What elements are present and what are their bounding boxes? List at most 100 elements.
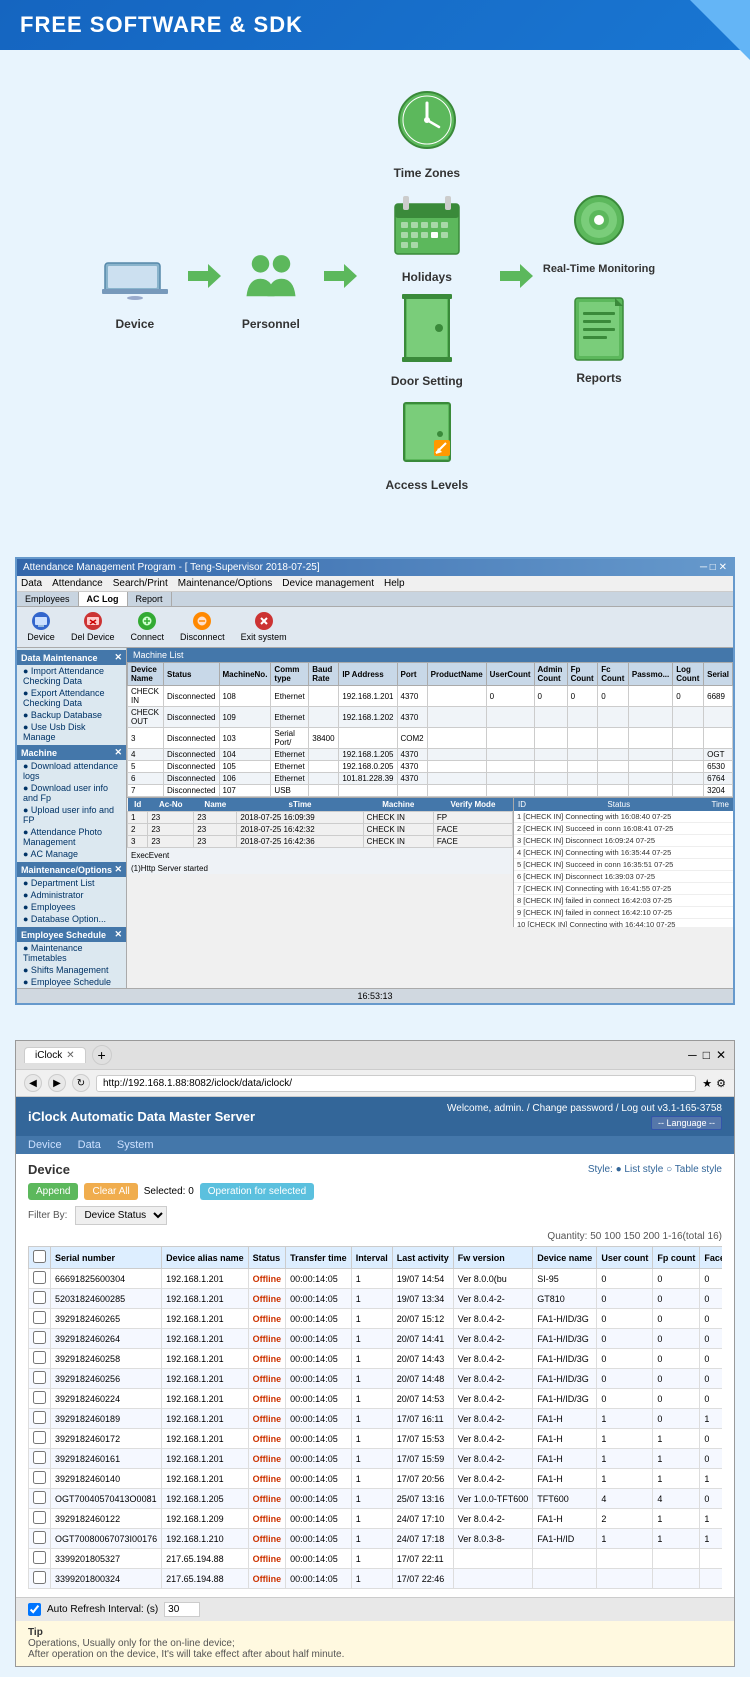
- machine-table: Device Name Status MachineNo. Comm type …: [127, 662, 733, 797]
- browser-tab-iclock[interactable]: iClock ✕: [24, 1047, 86, 1063]
- toolbar-exit[interactable]: Exit system: [237, 610, 291, 644]
- sidebar-timetable[interactable]: ● Maintenance Timetables: [17, 942, 126, 964]
- sidebar-usb[interactable]: ● Use Usb Disk Manage: [17, 721, 126, 743]
- filter-select[interactable]: Device Status: [75, 1206, 167, 1225]
- row-checkbox[interactable]: [33, 1511, 46, 1524]
- iclock-app-title: iClock Automatic Data Master Server: [28, 1109, 255, 1124]
- menu-data[interactable]: Data: [21, 578, 42, 589]
- toolbar-connect[interactable]: Connect: [127, 610, 169, 644]
- browser-titlebar: iClock ✕ + ─ □ ✕: [16, 1041, 734, 1070]
- selected-label: Selected: 0: [144, 1186, 194, 1197]
- feature-reports: Reports: [559, 295, 639, 385]
- op-for-selected-btn[interactable]: Operation for selected: [200, 1183, 314, 1200]
- row-checkbox[interactable]: [33, 1471, 46, 1484]
- sidebar-section-maintenance[interactable]: Maintenance/Options✕: [17, 862, 126, 877]
- row-checkbox[interactable]: [33, 1271, 46, 1284]
- device-label: Device: [116, 317, 155, 331]
- row-checkbox[interactable]: [33, 1291, 46, 1304]
- sidebar-section-machine[interactable]: Machine✕: [17, 745, 126, 760]
- sidebar-backup[interactable]: ● Backup Database: [17, 709, 126, 721]
- sidebar-dept[interactable]: ● Department List: [17, 877, 126, 889]
- sw-bottom-panel: Id Ac-No Name sTime Machine Verify Mode …: [127, 797, 733, 927]
- select-all-checkbox[interactable]: [33, 1250, 46, 1263]
- back-button[interactable]: ◀: [24, 1074, 42, 1092]
- events-body: 1 [CHECK IN] Connecting with 16:08:40 07…: [514, 811, 733, 927]
- toolbar-del-device[interactable]: Del Device: [67, 610, 119, 644]
- tab-employees[interactable]: Employees: [17, 592, 79, 606]
- auto-refresh-checkbox[interactable]: [28, 1603, 41, 1616]
- sidebar-section-data[interactable]: Data Maintenance✕: [17, 650, 126, 665]
- row-checkbox[interactable]: [33, 1571, 46, 1584]
- row-checkbox[interactable]: [33, 1531, 46, 1544]
- add-tab-icon[interactable]: +: [92, 1045, 112, 1065]
- menu-search[interactable]: Search/Print: [113, 578, 168, 589]
- sidebar-photo[interactable]: ● Attendance Photo Management: [17, 826, 126, 848]
- sidebar-ac[interactable]: ● AC Manage: [17, 848, 126, 860]
- col-serial: Serial number: [51, 1247, 162, 1269]
- toolbar-device-label: Device: [27, 632, 55, 642]
- language-btn[interactable]: -- Language --: [651, 1116, 722, 1130]
- nav-device[interactable]: Device: [28, 1139, 62, 1151]
- sw-window-controls: ─ □ ✕: [700, 562, 727, 573]
- sidebar-export[interactable]: ● Export Attendance Checking Data: [17, 687, 126, 709]
- features-flow: Device Personnel: [20, 80, 730, 492]
- tab-report[interactable]: Report: [128, 592, 172, 606]
- style-toggle[interactable]: Style: ● List style ○ Table style: [588, 1164, 722, 1175]
- row-checkbox[interactable]: [33, 1351, 46, 1364]
- forward-button[interactable]: ▶: [48, 1074, 66, 1092]
- auto-refresh-label: Auto Refresh Interval: (s): [47, 1604, 158, 1615]
- append-btn[interactable]: Append: [28, 1183, 78, 1200]
- maximize-icon[interactable]: □: [703, 1048, 710, 1062]
- list-item: 3929182460122192.168.1.209Offline00:00:1…: [29, 1509, 723, 1529]
- sidebar-admin[interactable]: ● Administrator: [17, 889, 126, 901]
- menu-device-mgmt[interactable]: Device management: [282, 578, 374, 589]
- sidebar-download-user[interactable]: ● Download user info and Fp: [17, 782, 126, 804]
- filter-label: Filter By:: [28, 1210, 67, 1221]
- row-checkbox[interactable]: [33, 1551, 46, 1564]
- sidebar-import[interactable]: ● Import Attendance Checking Data: [17, 665, 126, 687]
- minimize-icon[interactable]: ─: [688, 1048, 697, 1062]
- col-interval: Interval: [351, 1247, 392, 1269]
- nav-system[interactable]: System: [117, 1139, 154, 1151]
- machine-list-header: Machine List: [127, 648, 733, 662]
- sidebar-emp-schedule[interactable]: ● Employee Schedule: [17, 976, 126, 988]
- row-checkbox[interactable]: [33, 1491, 46, 1504]
- nav-data[interactable]: Data: [78, 1139, 101, 1151]
- reports-icon: [564, 295, 634, 365]
- tab-label: iClock: [35, 1050, 62, 1061]
- sidebar-db[interactable]: ● Database Option...: [17, 913, 126, 925]
- row-checkbox[interactable]: [33, 1451, 46, 1464]
- clear-all-btn[interactable]: Clear All: [84, 1183, 137, 1200]
- list-item: OGT70080067073I00176192.168.1.210Offline…: [29, 1529, 723, 1549]
- toolbar-disconnect[interactable]: Disconnect: [176, 610, 229, 644]
- row-checkbox[interactable]: [33, 1411, 46, 1424]
- sidebar-shifts[interactable]: ● Shifts Management: [17, 964, 126, 976]
- center-icons: Time Zones: [367, 80, 487, 492]
- row-checkbox[interactable]: [33, 1371, 46, 1384]
- sidebar-download-logs[interactable]: ● Download attendance logs: [17, 760, 126, 782]
- interval-input[interactable]: [164, 1602, 200, 1617]
- machine-list-table-wrapper: Device Name Status MachineNo. Comm type …: [127, 662, 733, 797]
- arrow-2: [319, 256, 359, 316]
- menu-attendance[interactable]: Attendance: [52, 578, 103, 589]
- refresh-button[interactable]: ↻: [72, 1074, 90, 1092]
- row-checkbox[interactable]: [33, 1331, 46, 1344]
- close-window-icon[interactable]: ✕: [716, 1048, 726, 1062]
- sidebar-upload-user[interactable]: ● Upload user info and FP: [17, 804, 126, 826]
- row-checkbox[interactable]: [33, 1431, 46, 1444]
- sidebar-employees[interactable]: ● Employees: [17, 901, 126, 913]
- row-checkbox[interactable]: [33, 1311, 46, 1324]
- url-bar[interactable]: http://192.168.1.88:8082/iclock/data/icl…: [96, 1075, 696, 1092]
- bookmark-icon[interactable]: ★: [702, 1077, 712, 1090]
- col-port: Port: [397, 663, 427, 686]
- tip-label: Tip: [28, 1627, 43, 1638]
- sidebar-section-schedule[interactable]: Employee Schedule✕: [17, 927, 126, 942]
- toolbar-device[interactable]: Device: [23, 610, 59, 644]
- row-checkbox[interactable]: [33, 1391, 46, 1404]
- tab-close-icon[interactable]: ✕: [66, 1050, 74, 1061]
- tab-aclog[interactable]: AC Log: [79, 592, 128, 606]
- settings-icon[interactable]: ⚙: [716, 1077, 726, 1090]
- menu-maintenance[interactable]: Maintenance/Options: [178, 578, 273, 589]
- holidays-icon: [387, 184, 467, 264]
- menu-help[interactable]: Help: [384, 578, 405, 589]
